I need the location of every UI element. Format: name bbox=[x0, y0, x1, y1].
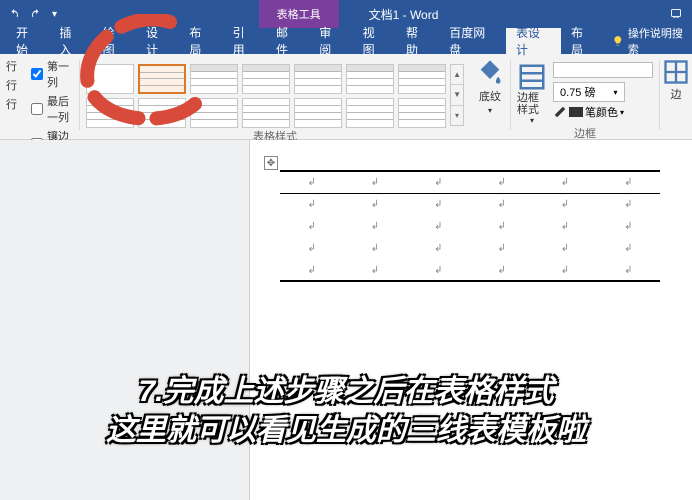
group-style-options: 行 行 行 第一列 最后一列 镶边列 格样式选项 bbox=[0, 54, 79, 139]
shading-label: 底纹 bbox=[479, 88, 501, 104]
tab-view[interactable]: 视图 bbox=[353, 28, 396, 54]
style-thumb-14[interactable] bbox=[398, 98, 446, 128]
pen-color-button[interactable]: 笔颜色 ▾ bbox=[553, 104, 653, 120]
style-thumb-11[interactable] bbox=[242, 98, 290, 128]
table-move-handle[interactable]: ✥ bbox=[264, 156, 278, 170]
opt-banded-row[interactable]: 行 bbox=[6, 96, 17, 112]
borders-dropdown-button[interactable]: 边 bbox=[660, 54, 692, 139]
border-style-button[interactable]: 边框样式 ▾ bbox=[517, 62, 547, 125]
document-title: 文档1 - Word bbox=[339, 6, 469, 23]
style-thumb-5[interactable] bbox=[294, 64, 342, 94]
tab-draw[interactable]: 绘图 bbox=[93, 28, 136, 54]
pen-icon bbox=[553, 105, 567, 119]
tab-mailings[interactable]: 邮件 bbox=[266, 28, 309, 54]
paint-bucket-icon bbox=[476, 58, 504, 86]
pen-color-label: 笔颜色 bbox=[585, 104, 618, 120]
tell-me-search[interactable]: 操作说明搜索 bbox=[612, 25, 692, 57]
style-thumb-10[interactable] bbox=[190, 98, 238, 128]
chevron-down-icon: ▾ bbox=[613, 88, 617, 97]
line-weight-selector[interactable]: 0.75 磅 ▾ bbox=[553, 82, 653, 102]
opt-header-row[interactable]: 行 bbox=[6, 58, 17, 74]
quick-access-toolbar: ▾ bbox=[0, 8, 57, 20]
style-thumb-12[interactable] bbox=[294, 98, 342, 128]
ribbon-tabs: 开始 插入 绘图 设计 布局 引用 邮件 审阅 视图 帮助 百度网盘 表设计 布… bbox=[0, 28, 692, 54]
gallery-up-button[interactable]: ▲ bbox=[451, 65, 463, 85]
tab-insert[interactable]: 插入 bbox=[49, 28, 92, 54]
chevron-down-icon: ▾ bbox=[620, 108, 624, 117]
chevron-down-icon: ▾ bbox=[488, 106, 492, 115]
opt-last-column[interactable]: 最后一列 bbox=[31, 93, 73, 125]
line-weight-value: 0.75 磅 bbox=[560, 84, 595, 100]
style-thumb-plain[interactable] bbox=[86, 64, 134, 94]
tab-design[interactable]: 设计 bbox=[136, 28, 179, 54]
style-thumb-8[interactable] bbox=[86, 98, 134, 128]
gallery-scroll: ▲ ▼ ▾ bbox=[450, 64, 464, 126]
tab-references[interactable]: 引用 bbox=[223, 28, 266, 54]
ribbon-options-icon[interactable] bbox=[670, 8, 682, 20]
shading-button[interactable]: 底纹 ▾ bbox=[470, 54, 510, 139]
style-thumb-4[interactable] bbox=[242, 64, 290, 94]
style-thumb-13[interactable] bbox=[346, 98, 394, 128]
gallery-more-button[interactable]: ▾ bbox=[451, 106, 463, 125]
style-gallery bbox=[86, 64, 446, 128]
bulb-icon bbox=[612, 35, 624, 47]
border-style-label: 边框样式 bbox=[517, 92, 547, 116]
style-thumb-selected[interactable] bbox=[138, 64, 186, 94]
tell-me-label: 操作说明搜索 bbox=[628, 25, 692, 57]
tab-table-layout[interactable]: 布局 bbox=[561, 28, 604, 54]
tab-layout[interactable]: 布局 bbox=[179, 28, 222, 54]
tab-table-design[interactable]: 表设计 bbox=[506, 28, 561, 54]
three-line-table[interactable] bbox=[280, 170, 660, 282]
tutorial-caption: 7.完成上述步骤之后在表格样式 这里就可以看见生成的三线表模板啦 bbox=[0, 372, 692, 450]
line-style-selector[interactable] bbox=[553, 62, 653, 78]
group-borders: 边框样式 ▾ 0.75 磅▾ 笔颜色 ▾ 边框 bbox=[511, 54, 659, 139]
opt-first-column[interactable]: 第一列 bbox=[31, 58, 73, 90]
undo-icon[interactable] bbox=[8, 8, 20, 20]
border-style-icon bbox=[517, 62, 547, 92]
borders-grid-icon bbox=[662, 58, 690, 86]
tab-help[interactable]: 帮助 bbox=[396, 28, 439, 54]
chevron-down-icon: ▾ bbox=[530, 116, 534, 125]
caption-line-1: 7.完成上述步骤之后在表格样式 bbox=[0, 372, 692, 411]
borders-dropdown-label: 边 bbox=[671, 86, 682, 102]
gallery-down-button[interactable]: ▼ bbox=[451, 85, 463, 105]
ribbon: 行 行 行 第一列 最后一列 镶边列 格样式选项 bbox=[0, 54, 692, 140]
group-table-styles: ▲ ▼ ▾ 表格样式 bbox=[80, 54, 470, 139]
caption-line-2: 这里就可以看见生成的三线表模板啦 bbox=[0, 411, 692, 450]
style-thumb-7[interactable] bbox=[398, 64, 446, 94]
style-thumb-6[interactable] bbox=[346, 64, 394, 94]
pen-color-swatch bbox=[569, 107, 583, 117]
tab-home[interactable]: 开始 bbox=[6, 28, 49, 54]
tab-baidu[interactable]: 百度网盘 bbox=[439, 28, 506, 54]
redo-icon[interactable] bbox=[30, 8, 42, 20]
style-thumb-3[interactable] bbox=[190, 64, 238, 94]
tab-review[interactable]: 审阅 bbox=[309, 28, 352, 54]
opt-total-row[interactable]: 行 bbox=[6, 77, 17, 93]
style-thumb-9[interactable] bbox=[138, 98, 186, 128]
